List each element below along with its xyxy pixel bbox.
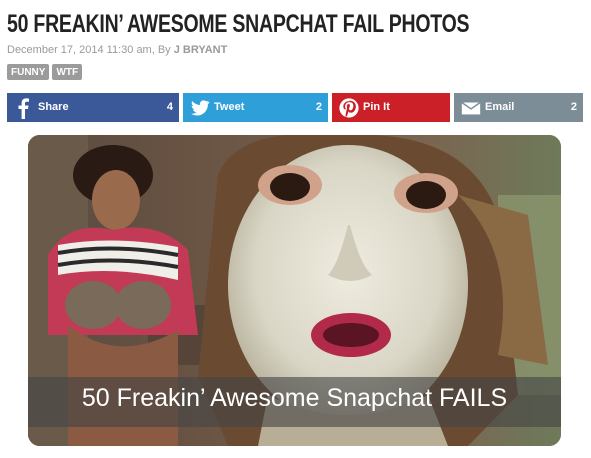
envelope-icon	[461, 101, 481, 115]
facebook-share-label: Share	[38, 101, 69, 113]
facebook-share-button[interactable]: Share 4	[7, 93, 179, 122]
twitter-share-label: Tweet	[214, 101, 245, 113]
twitter-share-count: 2	[315, 101, 322, 113]
twitter-share-button[interactable]: Tweet 2	[183, 93, 328, 122]
article-meta: December 17, 2014 11:30 am, By J BRYANT	[7, 44, 227, 56]
pinterest-icon	[339, 98, 359, 118]
tag-wtf[interactable]: WTF	[52, 64, 83, 80]
twitter-bird-icon	[191, 100, 210, 116]
tag-funny[interactable]: FUNNY	[7, 64, 50, 80]
share-bar: Share 4 Tweet 2 Pin It Email 2	[7, 93, 583, 122]
email-share-count: 2	[570, 101, 577, 113]
email-share-button[interactable]: Email 2	[454, 93, 583, 122]
article-author[interactable]: J BRYANT	[174, 44, 228, 56]
photo-caption: 50 Freakin’ Awesome Snapchat FAILS	[81, 384, 508, 412]
article-date: December 17, 2014 11:30 am, By	[7, 44, 174, 56]
facebook-icon	[18, 98, 29, 119]
email-share-label: Email	[485, 101, 515, 113]
facebook-share-count: 4	[166, 101, 173, 113]
pinterest-share-label: Pin It	[363, 101, 390, 113]
article-title: 50 FREAKIN’ AWESOME SNAPCHAT FAIL PHOTOS	[7, 10, 470, 38]
tag-list: FUNNY WTF	[7, 64, 83, 80]
pinterest-share-button[interactable]: Pin It	[332, 93, 450, 122]
featured-photo[interactable]: 50 Freakin’ Awesome Snapchat FAILS	[28, 135, 561, 446]
